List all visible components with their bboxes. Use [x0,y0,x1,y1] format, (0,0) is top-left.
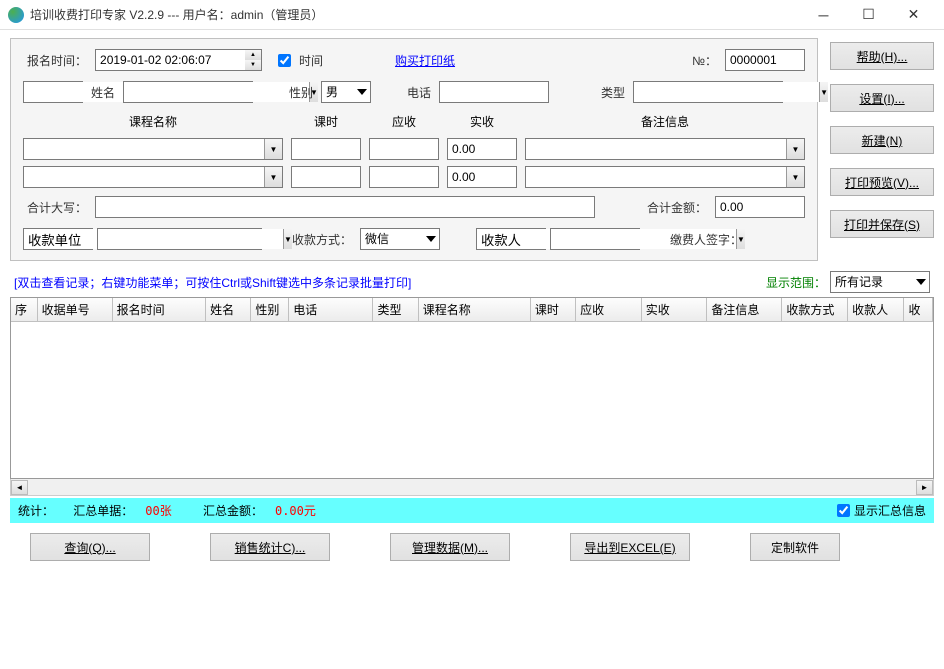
amount-label: 汇总金额： [203,504,263,518]
sign-label: 缴费人签字： [666,231,746,248]
name-input[interactable] [124,82,309,102]
dropdown-icon[interactable]: ▼ [819,82,828,102]
table-header-cell[interactable]: 应收 [576,298,642,321]
table-header-cell[interactable]: 收 [904,298,933,321]
time-checkbox-label: 时间 [295,52,327,69]
close-button[interactable]: ✕ [891,1,936,29]
no-input[interactable] [725,49,805,71]
summary-toggle-checkbox[interactable] [837,504,850,517]
query-button[interactable]: 查询(Q)... [30,533,150,561]
time-checkbox[interactable] [278,54,291,67]
maximize-button[interactable]: ☐ [846,1,891,29]
form-panel: 报名时间： ▲▼ 时间 购买打印纸 №： ▼ [10,38,818,261]
table-header-cell[interactable]: 电话 [289,298,373,321]
hours-input-1[interactable] [291,138,361,160]
amount-value: 0.00元 [275,504,316,518]
new-button[interactable]: 新建(N) [830,126,934,154]
count-value: 00张 [145,504,171,518]
received-input-1[interactable] [447,138,517,160]
course-name-input-1[interactable] [24,139,264,159]
col-receivable: 应收 [392,113,416,132]
no-label: №： [688,52,721,69]
capital-total-input[interactable] [95,196,595,218]
spinner-down-icon[interactable]: ▼ [245,60,261,70]
count-label: 汇总单据： [73,504,133,518]
reg-time-input[interactable] [95,49,245,71]
summary-toggle-label: 显示汇总信息 [854,502,926,519]
sales-stat-button[interactable]: 销售统计C)... [210,533,330,561]
col-remark: 备注信息 [641,113,689,132]
minimize-button[interactable]: ─ [801,1,846,29]
scroll-right-icon[interactable]: ► [916,480,933,495]
table-header-cell[interactable]: 收款人 [848,298,904,321]
unit-input[interactable] [98,229,283,249]
table-header-cell[interactable]: 类型 [373,298,418,321]
settings-button[interactable]: 设置(I)... [830,84,934,112]
dropdown-icon[interactable]: ▼ [786,139,804,159]
table-header-cell[interactable]: 实收 [642,298,708,321]
phone-input[interactable] [439,81,549,103]
buy-paper-link[interactable]: 购买打印纸 [395,52,455,69]
phone-label: 电话 [403,84,435,101]
manage-data-button[interactable]: 管理数据(M)... [390,533,510,561]
dropdown-icon[interactable]: ▼ [786,167,804,187]
type-label: 类型 [597,84,629,101]
window-title: 培训收费打印专家 V2.2.9 --- 用户名：admin（管理员） [30,6,801,23]
type-input[interactable] [634,82,819,102]
col-received: 实收 [470,113,494,132]
receivable-input-2[interactable] [369,166,439,188]
gender-select[interactable]: 男 [321,81,371,103]
gender-label: 性别 [285,84,317,101]
receivable-input-1[interactable] [369,138,439,160]
col-course-name: 课程名称 [129,113,177,132]
capital-total-label: 合计大写： [23,199,91,216]
pay-method-select[interactable]: 微信 [360,228,440,250]
summary-bar: 统计： 汇总单据： 00张 汇总金额： 0.00元 显示汇总信息 [10,498,934,523]
amount-total-label: 合计金额： [643,199,711,216]
titlebar: 培训收费打印专家 V2.2.9 --- 用户名：admin（管理员） ─ ☐ ✕ [0,0,944,30]
dropdown-icon[interactable]: ▼ [264,139,282,159]
pay-method-label: 收款方式： [288,231,356,248]
hint-text: [双击查看记录；右键功能菜单；可按住Ctrl或Shift键选中多条记录批量打印] [14,274,411,291]
stat-label: 统计： [18,504,54,518]
range-select[interactable]: 所有记录 [830,271,930,293]
help-button[interactable]: 帮助(H)... [830,42,934,70]
hours-input-2[interactable] [291,166,361,188]
name-label: 姓名 [87,84,119,101]
export-excel-button[interactable]: 导出到EXCEL(E) [570,533,690,561]
app-icon [8,7,24,23]
horizontal-scrollbar[interactable]: ◄ ► [10,479,934,496]
dropdown-icon[interactable]: ▼ [264,167,282,187]
course-name-input-2[interactable] [24,167,264,187]
amount-total-input[interactable] [715,196,805,218]
records-table[interactable]: 序收据单号报名时间姓名性别电话类型课程名称课时应收实收备注信息收款方式收款人收 [10,297,934,479]
remark-input-1[interactable] [526,139,786,159]
table-header-cell[interactable]: 备注信息 [707,298,782,321]
scroll-left-icon[interactable]: ◄ [11,480,28,495]
range-label: 显示范围： [766,274,826,291]
spinner-up-icon[interactable]: ▲ [245,50,261,60]
print-save-button[interactable]: 打印并保存(S) [830,210,934,238]
table-header-cell[interactable]: 课程名称 [419,298,531,321]
table-header-cell[interactable]: 报名时间 [113,298,207,321]
reg-time-label: 报名时间： [23,52,91,69]
table-header-cell[interactable]: 性别 [251,298,289,321]
table-header-cell[interactable]: 收据单号 [38,298,113,321]
received-input-2[interactable] [447,166,517,188]
print-preview-button[interactable]: 打印预览(V)... [830,168,934,196]
remark-input-2[interactable] [526,167,786,187]
table-body [11,322,934,472]
col-hours: 课时 [314,113,338,132]
table-header-cell[interactable]: 课时 [531,298,576,321]
table-header-cell[interactable]: 序 [11,298,38,321]
time-spinner[interactable]: ▲▼ [245,49,262,71]
table-header-cell[interactable]: 姓名 [206,298,251,321]
custom-software-button[interactable]: 定制软件 [750,533,840,561]
table-header-cell[interactable]: 收款方式 [782,298,848,321]
